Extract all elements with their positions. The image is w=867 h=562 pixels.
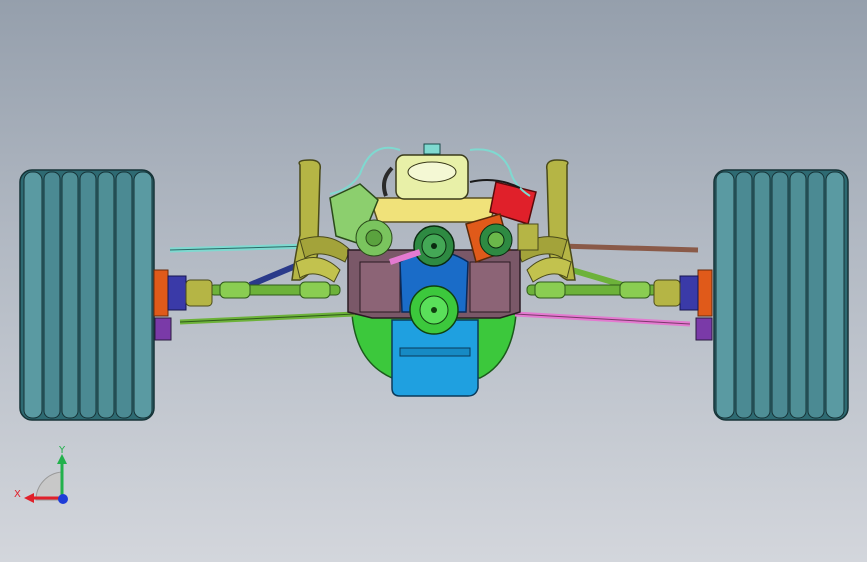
left-driveshaft	[209, 281, 341, 299]
intake-manifold	[368, 197, 500, 223]
left-hub	[153, 269, 213, 341]
right-hub	[653, 269, 713, 341]
triad-z-axis	[58, 494, 68, 504]
carburetor	[395, 143, 469, 200]
triad-y-label: Y	[58, 445, 66, 456]
right-wheel[interactable]	[713, 169, 849, 421]
crank-pulley	[409, 285, 459, 335]
left-wheel[interactable]	[19, 169, 155, 421]
water-pump-pulley	[413, 225, 455, 267]
right-driveshaft	[526, 281, 658, 299]
coordinate-triad: X Y	[14, 445, 68, 504]
cad-viewport[interactable]: X Y	[0, 0, 867, 562]
triad-x-label: X	[14, 489, 21, 500]
